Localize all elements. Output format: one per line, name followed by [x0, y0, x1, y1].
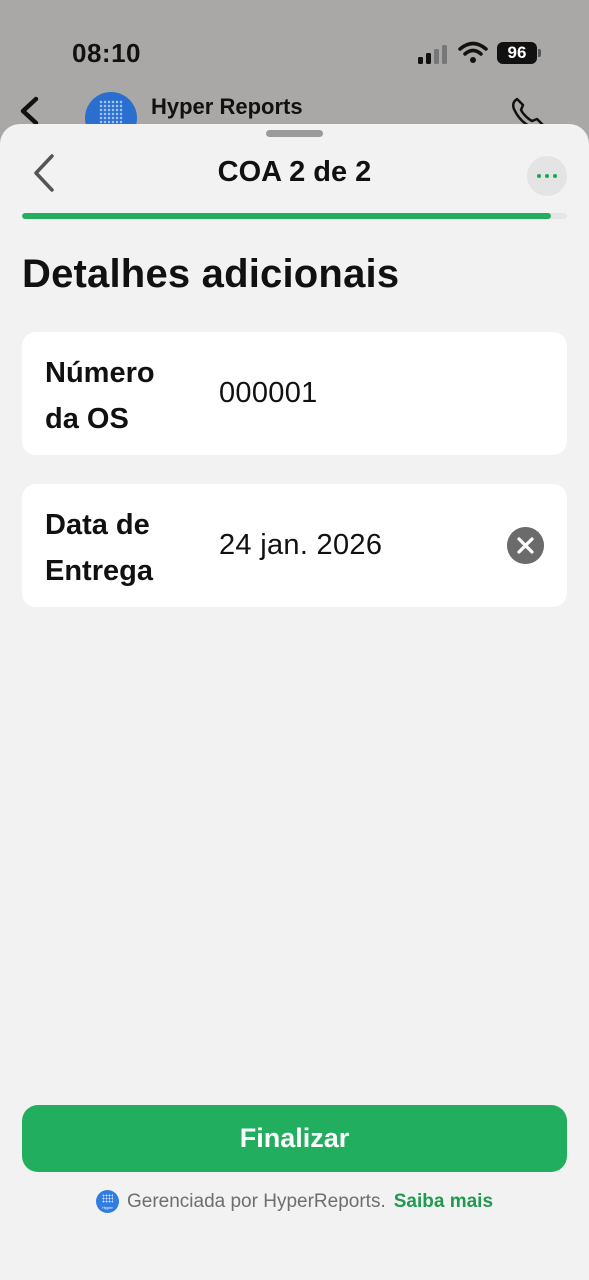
more-dots-icon	[553, 174, 557, 178]
cellular-signal-icon	[418, 44, 450, 64]
delivery-date-label: Data de Entrega	[45, 509, 153, 587]
more-options-button[interactable]	[527, 156, 567, 196]
finalize-button[interactable]: Finalizar	[22, 1105, 567, 1172]
delivery-date-value[interactable]: 24 jan. 2026	[219, 484, 382, 607]
footer-text: Gerenciada por HyperReports.	[126, 1190, 386, 1212]
progress-bar	[22, 213, 567, 219]
chat-contact-name[interactable]: Hyper Reports	[151, 94, 303, 120]
sheet-grabber-handle[interactable]	[266, 130, 323, 137]
status-time: 08:10	[72, 38, 141, 68]
status-bar: 08:10 96	[0, 0, 589, 100]
hyper-logo-icon: Hyper	[95, 1190, 119, 1213]
order-number-value[interactable]: 000001	[219, 332, 318, 455]
battery-cap	[538, 49, 541, 57]
progress-bar-fill	[22, 213, 551, 219]
footer: Hyper Gerenciada por HyperReports. Saiba…	[0, 1190, 589, 1216]
delivery-date-field[interactable]: Data de Entrega 24 jan. 2026	[22, 484, 567, 607]
wifi-icon	[458, 41, 488, 63]
order-number-label: Número da OS	[45, 357, 155, 435]
more-dots-icon	[537, 174, 541, 178]
screen-title: COA 2 de 2	[217, 156, 372, 188]
order-number-field[interactable]: Número da OS 000001	[22, 332, 567, 455]
chat-back-chevron-icon[interactable]	[16, 96, 44, 126]
learn-more-link[interactable]: Saiba mais	[394, 1191, 493, 1213]
section-title: Detalhes adicionais	[22, 252, 400, 296]
clear-date-icon[interactable]	[507, 527, 544, 564]
battery-indicator: 96	[497, 42, 537, 64]
more-dots-icon	[545, 174, 549, 178]
form-sheet: COA 2 de 2 Detalhes adicionais Número da…	[0, 124, 589, 1280]
